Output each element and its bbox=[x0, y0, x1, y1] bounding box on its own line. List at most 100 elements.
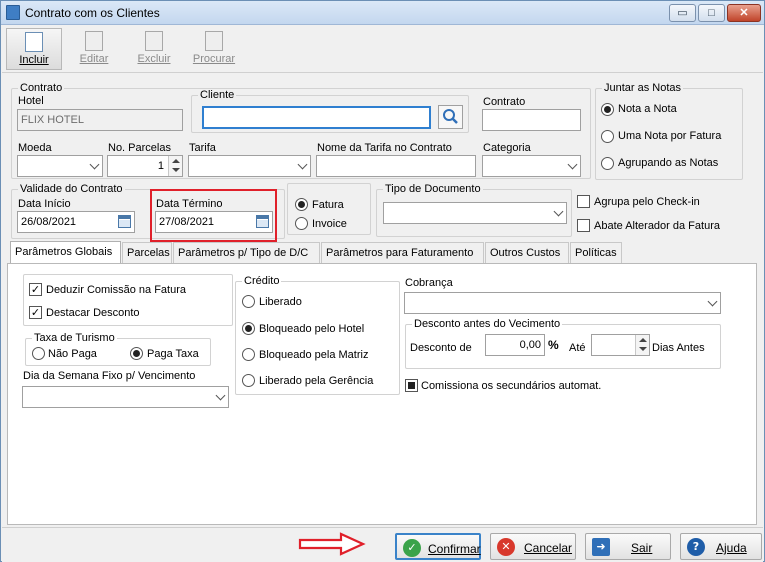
comissiona-checkbox[interactable] bbox=[405, 379, 418, 392]
agrupa-checkin-label: Agrupa pelo Check-in bbox=[594, 196, 700, 208]
nota-a-nota-label: Nota a Nota bbox=[618, 103, 677, 115]
contract-window: Contrato com os Clientes ▭ □ ✕ Incluir E… bbox=[0, 0, 765, 562]
confirmar-label: Confirmar bbox=[428, 542, 481, 556]
validade-label: Validade do Contrato bbox=[18, 183, 125, 195]
nome-tarifa-input[interactable] bbox=[316, 155, 476, 177]
cobranca-label: Cobrança bbox=[405, 277, 453, 289]
destacar-desconto-checkbox[interactable]: ✓ bbox=[29, 306, 42, 319]
minimize-button[interactable]: ▭ bbox=[669, 4, 696, 22]
data-inicio-input[interactable]: 26/08/2021 bbox=[17, 211, 135, 233]
sair-button[interactable]: ➜ Sair bbox=[585, 533, 671, 560]
agrupando-label: Agrupando as Notas bbox=[618, 157, 719, 169]
excluir-button[interactable]: Excluir bbox=[126, 28, 182, 70]
percent-label: % bbox=[548, 338, 559, 352]
procurar-button[interactable]: Procurar bbox=[186, 28, 242, 70]
tab-parametros-faturamento[interactable]: Parâmetros para Faturamento bbox=[321, 242, 484, 264]
liberado-gerencia-label: Liberado pela Gerência bbox=[259, 375, 374, 387]
cobranca-select[interactable] bbox=[404, 292, 721, 314]
desconto-input[interactable]: 0,00 bbox=[485, 334, 545, 356]
cliente-label: Cliente bbox=[198, 89, 237, 101]
confirmar-button[interactable]: ✓ Confirmar bbox=[395, 533, 481, 560]
chevron-down-icon bbox=[708, 297, 718, 307]
parametros-globais-panel: ✓ Deduzir Comissão na Fatura ✓ Destacar … bbox=[7, 263, 757, 525]
tab-politicas[interactable]: Políticas bbox=[570, 242, 622, 264]
data-termino-label: Data Término bbox=[156, 198, 223, 210]
tipo-documento-select[interactable] bbox=[383, 202, 567, 224]
ajuda-button[interactable]: ? Ajuda bbox=[680, 533, 762, 560]
hotel-field[interactable]: FLIX HOTEL bbox=[17, 109, 183, 131]
bloqueado-matriz-label: Bloqueado pela Matriz bbox=[259, 349, 369, 361]
window-title: Contrato com os Clientes bbox=[25, 6, 160, 20]
exit-icon: ➜ bbox=[592, 538, 610, 556]
data-termino-value: 27/08/2021 bbox=[159, 216, 215, 228]
tarifa-select[interactable] bbox=[188, 155, 311, 177]
dia-semana-select[interactable] bbox=[22, 386, 229, 408]
cancelar-button[interactable]: ✕ Cancelar bbox=[490, 533, 576, 560]
dias-spinner[interactable] bbox=[635, 335, 649, 355]
moeda-label: Moeda bbox=[18, 142, 52, 154]
nota-a-nota-radio[interactable] bbox=[601, 103, 614, 116]
app-icon bbox=[6, 5, 20, 20]
nao-paga-label: Não Paga bbox=[48, 348, 97, 360]
desconto-group-label: Desconto antes do Vecimento bbox=[412, 318, 563, 330]
incluir-button[interactable]: Incluir bbox=[6, 28, 62, 70]
contrato-input[interactable] bbox=[482, 109, 581, 131]
excluir-label: Excluir bbox=[137, 53, 171, 65]
fatura-radio[interactable] bbox=[295, 198, 308, 211]
data-inicio-value: 26/08/2021 bbox=[21, 216, 77, 228]
parcelas-spinner[interactable] bbox=[168, 156, 182, 176]
cancel-icon: ✕ bbox=[497, 538, 515, 556]
bloqueado-hotel-radio[interactable] bbox=[242, 322, 255, 335]
credito-label: Crédito bbox=[242, 275, 282, 287]
agrupa-checkin-checkbox[interactable] bbox=[577, 195, 590, 208]
desconto-de-label: Desconto de bbox=[410, 342, 472, 354]
data-termino-input[interactable]: 27/08/2021 bbox=[155, 211, 273, 233]
paga-taxa-label: Paga Taxa bbox=[147, 348, 199, 360]
close-button[interactable]: ✕ bbox=[727, 4, 761, 22]
edit-icon bbox=[85, 31, 103, 51]
invoice-label: Invoice bbox=[312, 218, 347, 230]
cliente-input[interactable] bbox=[202, 106, 431, 129]
tarifa-label: Tarifa bbox=[189, 142, 216, 154]
editar-button[interactable]: Editar bbox=[66, 28, 122, 70]
liberado-gerencia-radio[interactable] bbox=[242, 374, 255, 387]
tab-parametros-tipo-dc[interactable]: Parâmetros p/ Tipo de D/C bbox=[173, 242, 320, 264]
contrato-label: Contrato bbox=[483, 96, 526, 108]
tab-parcelas[interactable]: Parcelas bbox=[122, 242, 172, 264]
tab-outros-custos[interactable]: Outros Custos bbox=[485, 242, 569, 264]
fatura-label: Fatura bbox=[312, 199, 344, 211]
liberado-radio[interactable] bbox=[242, 295, 255, 308]
ate-label: Até bbox=[569, 342, 586, 354]
comissiona-label: Comissiona os secundários automat. bbox=[421, 380, 602, 392]
paga-taxa-radio[interactable] bbox=[130, 347, 143, 360]
bloqueado-hotel-label: Bloqueado pelo Hotel bbox=[259, 323, 365, 335]
procurar-label: Procurar bbox=[192, 53, 236, 65]
check-icon: ✓ bbox=[403, 539, 421, 557]
agrupando-radio[interactable] bbox=[601, 157, 614, 170]
calendar-icon[interactable] bbox=[118, 215, 131, 228]
nao-paga-radio[interactable] bbox=[32, 347, 45, 360]
incluir-label: Incluir bbox=[19, 54, 49, 66]
bloqueado-matriz-radio[interactable] bbox=[242, 348, 255, 361]
sair-label: Sair bbox=[631, 541, 653, 555]
parcelas-label: No. Parcelas bbox=[108, 142, 171, 154]
invoice-radio[interactable] bbox=[295, 217, 308, 230]
abate-alterador-checkbox[interactable] bbox=[577, 219, 590, 232]
categoria-select[interactable] bbox=[482, 155, 581, 177]
hotel-label: Hotel bbox=[18, 95, 44, 107]
maximize-button[interactable]: □ bbox=[698, 4, 725, 22]
nome-tarifa-label: Nome da Tarifa no Contrato bbox=[317, 142, 452, 154]
deduzir-comissao-label: Deduzir Comissão na Fatura bbox=[46, 284, 187, 296]
bottom-bar: ✓ Confirmar ✕ Cancelar ➜ Sair ? Ajuda bbox=[2, 527, 763, 562]
uma-nota-radio[interactable] bbox=[601, 130, 614, 143]
liberado-label: Liberado bbox=[259, 296, 302, 308]
cliente-search-button[interactable] bbox=[438, 105, 463, 129]
deduzir-comissao-checkbox[interactable]: ✓ bbox=[29, 283, 42, 296]
dias-antes-label: Dias Antes bbox=[652, 342, 705, 354]
editar-label: Editar bbox=[79, 53, 109, 65]
abate-alterador-label: Abate Alterador da Fatura bbox=[594, 220, 720, 232]
calendar-icon[interactable] bbox=[256, 215, 269, 228]
ajuda-label: Ajuda bbox=[716, 541, 747, 555]
chevron-down-icon bbox=[298, 160, 308, 170]
help-icon: ? bbox=[687, 538, 705, 556]
